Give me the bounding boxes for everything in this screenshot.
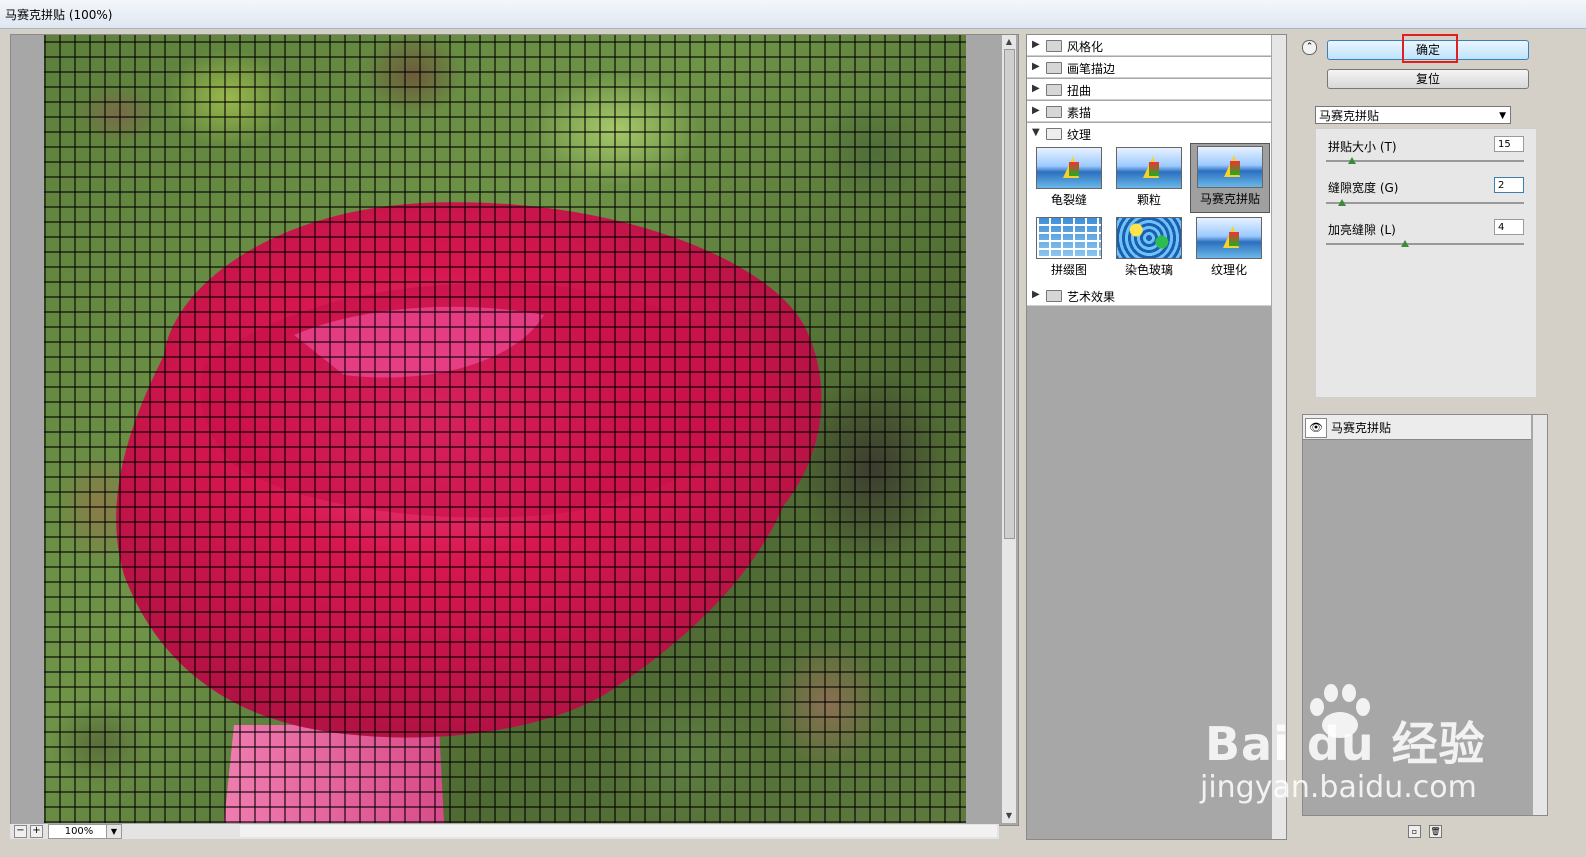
folder-icon <box>1046 40 1062 52</box>
preview-scroll-thumb[interactable] <box>1004 49 1015 539</box>
category-label: 扭曲 <box>1067 84 1092 98</box>
visibility-eye-icon[interactable]: 👁 <box>1305 418 1327 438</box>
filter-preview-image <box>1036 147 1102 189</box>
folder-icon <box>1046 84 1062 96</box>
category-stylize[interactable]: ▶ 风格化 <box>1027 35 1271 56</box>
folder-icon <box>1046 106 1062 118</box>
expand-triangle-icon[interactable]: ▶ <box>1032 39 1040 50</box>
filter-preview-image <box>1116 217 1182 259</box>
tile-size-label: 拼贴大小 (T) <box>1328 140 1397 154</box>
filter-parameters: 拼贴大小 (T) 15 缝隙宽度 (G) 2 加亮缝隙 (L) 4 <box>1315 128 1537 398</box>
effect-layer-name: 马赛克拼贴 <box>1331 421 1392 435</box>
zoom-level-field[interactable]: 100% <box>48 824 110 839</box>
filter-thumb-label: 拼缀图 <box>1050 263 1087 277</box>
reset-button[interactable]: 复位 <box>1327 69 1529 89</box>
folder-icon <box>1046 62 1062 74</box>
scroll-up-icon[interactable]: ▲ <box>1004 37 1014 47</box>
filter-thumb-label: 颗粒 <box>1136 193 1161 207</box>
filter-thumb-texturizer[interactable]: 纹理化 <box>1193 215 1265 278</box>
preview-vertical-scrollbar[interactable]: ▲ ▼ <box>1002 35 1016 823</box>
lighten-grout-input[interactable]: 4 <box>1494 219 1524 235</box>
category-texture[interactable]: ▼ 纹理 <box>1027 123 1271 144</box>
ok-button[interactable]: 确定 <box>1327 40 1529 60</box>
lighten-grout-slider-handle[interactable] <box>1401 240 1410 247</box>
collapse-gallery-icon[interactable]: ⌃ <box>1302 40 1317 55</box>
filter-thumb-label: 纹理化 <box>1210 263 1247 277</box>
category-artistic[interactable]: ▶ 艺术效果 <box>1027 285 1271 306</box>
chevron-down-icon: ▼ <box>1499 111 1506 121</box>
zoom-out-button[interactable]: − <box>14 825 27 838</box>
preview-area[interactable]: ▲ ▼ <box>10 34 1019 826</box>
zoom-bar: − + 100% ▼ <box>10 824 999 839</box>
category-sketch[interactable]: ▶ 素描 <box>1027 101 1271 122</box>
filter-select[interactable]: 马赛克拼贴 ▼ <box>1315 106 1511 124</box>
layer-actions: ▫ 🗑 <box>1408 823 1450 838</box>
filter-thumb-label: 染色玻璃 <box>1124 263 1173 277</box>
tile-size-input[interactable]: 15 <box>1494 136 1524 152</box>
flower-illustration <box>116 202 822 823</box>
effect-layer-row[interactable]: 👁 马赛克拼贴 <box>1303 415 1531 440</box>
category-brush-strokes[interactable]: ▶ 画笔描边 <box>1027 57 1271 78</box>
filter-thumb-label: 龟裂缝 <box>1050 193 1087 207</box>
filter-preview-image <box>1036 217 1102 259</box>
folder-icon <box>1046 290 1062 302</box>
lighten-grout-label: 加亮缝隙 (L) <box>1328 223 1396 237</box>
category-label: 画笔描边 <box>1067 62 1116 76</box>
delete-effect-layer-icon[interactable]: 🗑 <box>1429 825 1442 838</box>
category-label: 纹理 <box>1067 128 1092 142</box>
gallery-scrollbar[interactable] <box>1272 35 1286 839</box>
window-title: 马赛克拼贴 (100%) <box>5 8 113 22</box>
expand-triangle-icon[interactable]: ▶ <box>1032 289 1040 300</box>
zoom-dropdown-icon[interactable]: ▼ <box>106 824 122 839</box>
zoom-in-button[interactable]: + <box>30 825 43 838</box>
filter-thumb-label: 马赛克拼贴 <box>1199 192 1260 206</box>
expand-triangle-icon[interactable]: ▶ <box>1032 83 1040 94</box>
filter-preview-image <box>1197 146 1263 188</box>
filter-select-value: 马赛克拼贴 <box>1319 109 1380 123</box>
tile-size-slider-handle[interactable] <box>1347 157 1356 164</box>
title-bar: 马赛克拼贴 (100%) <box>0 0 1586 29</box>
grout-width-slider[interactable] <box>1326 202 1524 204</box>
layers-scrollbar[interactable] <box>1533 415 1547 815</box>
collapse-triangle-icon[interactable]: ▼ <box>1032 127 1040 138</box>
category-label: 素描 <box>1067 106 1092 120</box>
grout-width-slider-handle[interactable] <box>1337 199 1346 206</box>
new-effect-layer-icon[interactable]: ▫ <box>1408 825 1421 838</box>
filter-preview-image <box>1116 147 1182 189</box>
lighten-grout-slider[interactable] <box>1326 243 1524 245</box>
preview-image[interactable] <box>44 35 966 823</box>
filter-thumb-patchwork[interactable]: 拼缀图 <box>1033 215 1105 278</box>
grout-width-input[interactable]: 2 <box>1494 177 1524 193</box>
category-label: 风格化 <box>1067 40 1104 54</box>
category-label: 艺术效果 <box>1067 290 1116 304</box>
grout-width-label: 缝隙宽度 (G) <box>1328 181 1399 195</box>
filter-thumb-grain[interactable]: 颗粒 <box>1113 145 1185 208</box>
expand-triangle-icon[interactable]: ▶ <box>1032 105 1040 116</box>
filter-gallery: ▶ 风格化 ▶ 画笔描边 ▶ 扭曲 ▶ 素描 ▼ 纹理 龟裂缝 颗粒 马赛克拼贴 <box>1026 34 1287 840</box>
filter-thumb-stained-glass[interactable]: 染色玻璃 <box>1113 215 1185 278</box>
expand-triangle-icon[interactable]: ▶ <box>1032 61 1040 72</box>
filter-thumb-craquelure[interactable]: 龟裂缝 <box>1033 145 1105 208</box>
filter-thumb-mosaic-tiles[interactable]: 马赛克拼贴 <box>1190 143 1270 213</box>
preview-horizontal-scrollbar[interactable] <box>240 825 997 837</box>
open-folder-icon <box>1046 128 1062 140</box>
texture-thumbnails: 龟裂缝 颗粒 马赛克拼贴 拼缀图 染色玻璃 纹理化 <box>1027 143 1271 285</box>
filter-preview-image <box>1196 217 1262 259</box>
scroll-down-icon[interactable]: ▼ <box>1004 811 1014 821</box>
effect-layers-panel: 👁 马赛克拼贴 <box>1302 414 1548 816</box>
category-distort[interactable]: ▶ 扭曲 <box>1027 79 1271 100</box>
